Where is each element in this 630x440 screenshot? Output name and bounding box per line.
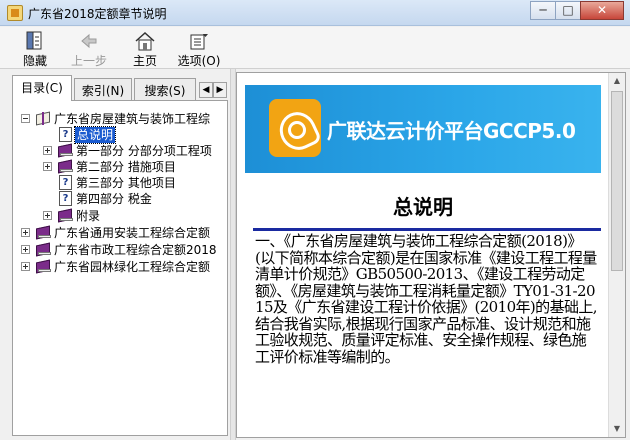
tree-item-part4[interactable]: ? 第四部分 税金 (59, 191, 219, 207)
book-icon (36, 242, 52, 257)
options-button[interactable]: 选项(O) (172, 31, 226, 68)
hide-pane-icon (24, 31, 46, 51)
tree-item-label: 广东省市政工程综合定额2018 (54, 243, 217, 257)
tree-item-appendix[interactable]: 附录 (43, 208, 227, 224)
scroll-down-icon[interactable]: ▼ (609, 421, 625, 437)
topic-content: 广联达云计价平台GCCP5.0 总说明 一、《广东省房屋建筑与装饰工程综合定额(… (236, 72, 626, 438)
maximize-icon: □ (562, 3, 574, 17)
hide-label: 隐藏 (22, 54, 47, 68)
tab-scroll-right-button[interactable]: ▶ (213, 82, 227, 98)
tab-contents[interactable]: 目录(C) (12, 75, 72, 101)
tree-item-part2[interactable]: 第二部分 措施项目 (43, 159, 227, 175)
back-label: 上一步 (70, 54, 107, 68)
tree-item-label: 第二部分 措施项目 (76, 160, 176, 174)
help-topic-icon: ? (59, 127, 72, 142)
expand-icon[interactable] (21, 228, 30, 237)
minimize-button[interactable]: ─ (530, 1, 556, 20)
tree-item-overview[interactable]: ? 总说明 (59, 126, 219, 144)
minimize-icon: ─ (539, 3, 547, 17)
book-icon (58, 208, 74, 223)
doc-title: 总说明 (393, 195, 453, 219)
doc-paragraph: 一、《广东省房屋建筑与装饰工程综合定额(2018)》(以下简称本综合定额)是在国… (255, 232, 598, 366)
navigation-panel: 目录(C) 索引(N) 搜索(S) ◀ ▶ 广东省房屋建筑与装饰工程综 ? 总说… (12, 74, 228, 436)
title-divider (253, 228, 601, 231)
scroll-up-icon[interactable]: ▲ (609, 73, 625, 89)
home-button[interactable]: 主页 (118, 31, 172, 68)
tab-index[interactable]: 索引(N) (74, 78, 132, 100)
expand-icon[interactable] (43, 162, 52, 171)
chevron-left-icon: ◀ (202, 85, 210, 95)
book-icon (58, 143, 74, 158)
tree-item-install[interactable]: 广东省通用安装工程综合定额 (21, 225, 227, 241)
close-button[interactable]: ✕ (580, 1, 624, 20)
doc-title-area: 总说明 (245, 73, 601, 223)
toolbar: 隐藏 上一步 主页 选项(O) (0, 27, 630, 69)
tree-item-label: 第四部分 税金 (76, 192, 152, 206)
tree-item-label: 广东省通用安装工程综合定额 (54, 226, 211, 240)
help-topic-icon: ? (59, 191, 72, 206)
close-icon: ✕ (596, 3, 608, 17)
options-label: 选项(O) (177, 54, 221, 68)
expand-icon[interactable] (43, 211, 52, 220)
book-icon (36, 225, 52, 240)
tree-item-label: 第一部分 分部分项工程项 (76, 144, 212, 158)
tree-item-landscape[interactable]: 广东省园林绿化工程综合定额 (21, 259, 227, 275)
expand-icon[interactable] (21, 245, 30, 254)
tab-scroll-left-button[interactable]: ◀ (199, 82, 213, 98)
back-arrow-icon (78, 31, 100, 51)
nav-tabs: 目录(C) 索引(N) 搜索(S) ◀ ▶ (12, 74, 228, 101)
tree-item-label: 总说明 (73, 126, 117, 144)
maximize-button[interactable]: □ (555, 1, 581, 20)
help-topic-icon: ? (59, 175, 72, 190)
home-icon (134, 31, 156, 51)
window-controls: ─ □ ✕ (530, 1, 624, 20)
expand-icon[interactable] (43, 146, 52, 155)
title-bar: 广东省2018定额章节说明 ─ □ ✕ (0, 0, 630, 26)
contents-tree: 广东省房屋建筑与装饰工程综 ? 总说明 第一部分 分部分项工程项 第二部分 措施… (12, 100, 228, 436)
tab-search[interactable]: 搜索(S) (134, 78, 196, 100)
options-icon (188, 31, 210, 51)
hide-button[interactable]: 隐藏 (8, 31, 62, 68)
book-icon (36, 259, 52, 274)
tree-item-municipal[interactable]: 广东省市政工程综合定额2018 (21, 242, 227, 258)
scroll-thumb[interactable] (611, 91, 623, 271)
tree-item-label: 附录 (76, 209, 101, 223)
tree-item-label: 广东省园林绿化工程综合定额 (54, 260, 211, 274)
window-title: 广东省2018定额章节说明 (28, 7, 167, 21)
home-label: 主页 (132, 54, 157, 68)
collapse-icon[interactable] (21, 114, 30, 123)
content-scrollbar[interactable]: ▲ ▼ (608, 73, 625, 437)
tree-item-part3[interactable]: ? 第三部分 其他项目 (59, 175, 219, 191)
tree-item-label: 广东省房屋建筑与装饰工程综 (54, 112, 211, 126)
app-icon (7, 5, 23, 21)
tree-item-part1[interactable]: 第一部分 分部分项工程项 (43, 143, 227, 159)
open-book-icon (36, 111, 52, 126)
tree-item-label: 第三部分 其他项目 (76, 176, 176, 190)
chevron-right-icon: ▶ (216, 85, 224, 95)
back-button[interactable]: 上一步 (62, 31, 116, 68)
tree-item-root[interactable]: 广东省房屋建筑与装饰工程综 (21, 111, 227, 127)
book-icon (58, 159, 74, 174)
expand-icon[interactable] (21, 262, 30, 271)
